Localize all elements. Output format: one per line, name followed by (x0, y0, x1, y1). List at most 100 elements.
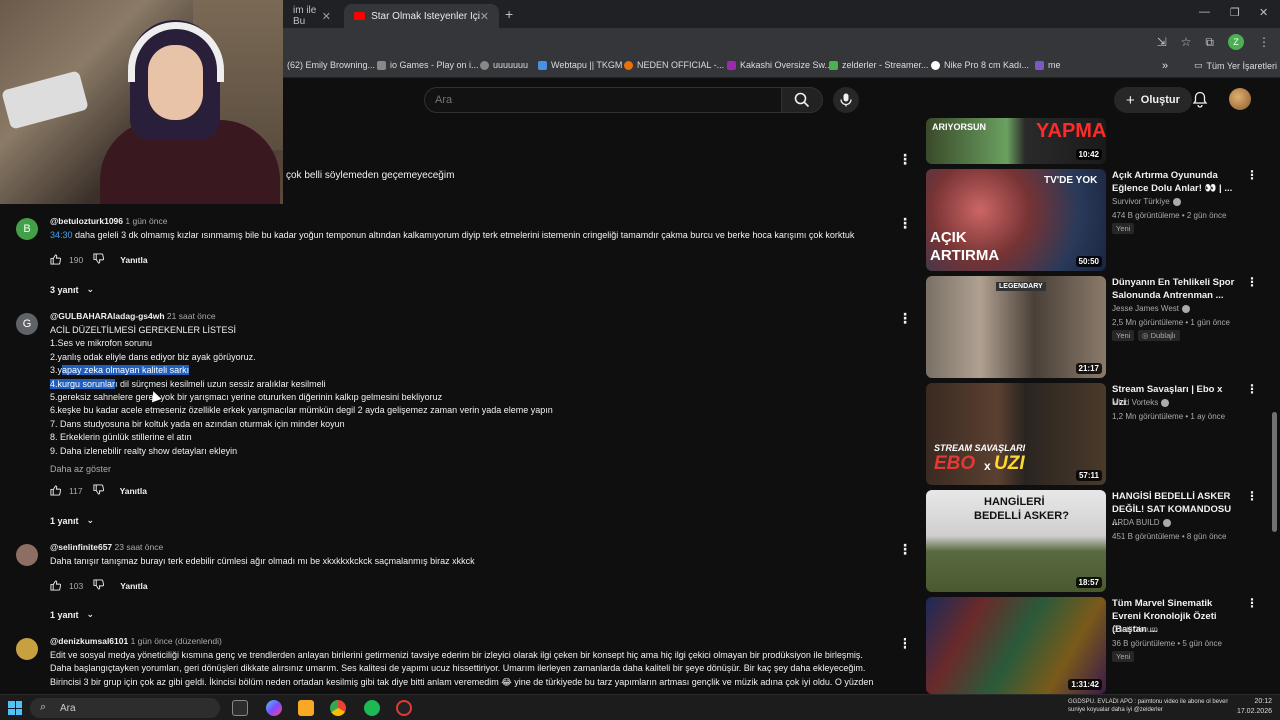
bookmark-item[interactable]: uuuuuuu (480, 60, 528, 70)
comment-author[interactable]: @selinfinite657 (50, 542, 112, 552)
like-button[interactable]: 117 (50, 485, 83, 496)
page-scrollbar[interactable] (1272, 412, 1277, 532)
show-less-button[interactable]: Daha az göster (50, 464, 111, 474)
copilot-icon[interactable] (266, 700, 282, 716)
reply-button[interactable]: Yanıtla (120, 486, 147, 496)
channel-name[interactable]: Özetli-Yorum (1112, 625, 1158, 634)
more-actions-icon[interactable]: ⋮ (1246, 597, 1258, 609)
dislike-button[interactable] (93, 253, 105, 266)
close-icon[interactable]: ✕ (322, 10, 331, 23)
more-actions-icon[interactable]: ⋮ (1246, 276, 1258, 288)
video-title[interactable]: Dünyanın En Tehlikeli Spor Salonunda Ant… (1112, 276, 1237, 302)
video-thumbnail[interactable]: LEGENDARY 21:17 (926, 276, 1106, 378)
close-icon[interactable]: ✕ (480, 10, 489, 23)
minimize-button[interactable]: — (1199, 6, 1210, 18)
search-button[interactable] (781, 87, 823, 113)
avatar[interactable] (16, 638, 38, 660)
more-actions-icon[interactable]: ⋮ (898, 638, 906, 650)
video-title[interactable]: Açık Artırma Oyununda Eğlence Dolu Anlar… (1112, 169, 1237, 195)
video-thumbnail[interactable]: 1:31:42 (926, 597, 1106, 694)
bookmark-item[interactable]: io Games - Play on i... (377, 60, 479, 70)
verified-icon (1172, 197, 1181, 206)
more-bookmarks-icon[interactable]: » (1162, 60, 1168, 72)
channel-name[interactable]: Mind Vorteks (1112, 398, 1170, 407)
bookmark-item[interactable]: zelderler - Streamer... (829, 60, 929, 70)
notifications-button[interactable] (1192, 91, 1208, 111)
comment-author[interactable]: @betulozturk1096 (50, 216, 123, 226)
obs-icon[interactable] (396, 700, 412, 716)
extensions-icon[interactable]: ⧉ (1205, 35, 1214, 50)
video-thumbnail[interactable]: HANGİLERİ BEDELLİ ASKER? 18:57 (926, 490, 1106, 592)
search-box[interactable] (424, 87, 782, 113)
channel-name[interactable]: Jesse James West (1112, 304, 1190, 313)
profile-avatar[interactable]: Z (1228, 34, 1244, 50)
more-actions-icon[interactable]: ⋮ (898, 311, 912, 325)
dislike-button[interactable] (93, 579, 105, 592)
clock[interactable]: 20:12 17.02.2026 (1237, 697, 1272, 717)
replies-toggle[interactable]: 3 yanıt ⌄ (50, 284, 94, 295)
tab-active[interactable]: Star Olmak İsteyenler İçin İlk Gi ✕ (344, 4, 499, 28)
reply-button[interactable]: Yanıtla (120, 255, 147, 265)
avatar[interactable]: G (16, 313, 38, 335)
file-explorer-icon[interactable] (298, 700, 314, 716)
bookmark-item[interactable]: Webtapu || TKGM (538, 60, 622, 70)
search-input[interactable] (425, 88, 781, 112)
timestamp-link[interactable]: 34:30 (50, 230, 73, 240)
clock-date: 17.02.2026 (1236, 708, 1272, 715)
comment-time[interactable]: 23 saat önce (115, 542, 164, 552)
menu-icon[interactable]: ⋮ (1258, 35, 1270, 49)
avatar[interactable] (16, 544, 38, 566)
taskbar-search[interactable]: ⌕ Ara (30, 698, 220, 718)
video-thumbnail[interactable]: ARIYORSUN YAPMA 10:42 (926, 118, 1106, 164)
bookmark-item[interactable]: (62) Emily Browning... (287, 60, 375, 70)
bookmark-item[interactable]: Kakashi Oversize Sw... (727, 60, 832, 70)
more-actions-icon[interactable]: ⋮ (898, 216, 912, 230)
recommended-video[interactable]: ARIYORSUN YAPMA 10:42 (926, 118, 1266, 166)
bookmark-star-icon[interactable]: ☆ (1181, 35, 1192, 49)
create-button[interactable]: + Oluştur (1114, 87, 1192, 113)
avatar[interactable]: B (16, 218, 38, 240)
tab-previous[interactable]: im ile Bu ✕ (283, 4, 341, 28)
all-bookmarks[interactable]: ▭ Tüm Yer İşaretleri (1194, 60, 1277, 71)
more-actions-icon[interactable]: ⋮ (898, 152, 912, 166)
bookmark-item[interactable]: NEDEN OFFICIAL -... (624, 60, 724, 70)
recommended-video[interactable]: AÇIK ARTIRMA TV'DE YOK 50:50 Açık Artırma… (926, 169, 1266, 273)
bookmark-item[interactable]: me (1035, 60, 1061, 70)
task-view-icon[interactable] (232, 700, 248, 716)
recommended-video[interactable]: HANGİLERİ BEDELLİ ASKER? 18:57 HANGİSİ B… (926, 490, 1266, 594)
replies-toggle[interactable]: 1 yanıt ⌄ (50, 609, 94, 620)
dislike-button[interactable] (93, 484, 104, 497)
account-avatar[interactable] (1229, 88, 1251, 110)
more-actions-icon[interactable]: ⋮ (1246, 169, 1258, 181)
comment-time[interactable]: 21 saat önce (167, 311, 216, 321)
more-actions-icon[interactable]: ⋮ (898, 542, 912, 556)
like-button[interactable]: 103 (50, 580, 83, 591)
more-actions-icon[interactable]: ⋮ (1246, 383, 1258, 395)
comment-fragment: çok belli söylemeden geçemeyeceğim (286, 170, 455, 181)
close-window-button[interactable]: ✕ (1259, 6, 1268, 19)
voice-search-button[interactable] (833, 87, 859, 113)
chrome-icon[interactable] (330, 700, 346, 716)
comment-author[interactable]: @GULBAHARAladag-gs4wh (50, 311, 165, 321)
comment-time[interactable]: 1 gün önce (düzenlendi) (131, 638, 222, 646)
spotify-icon[interactable] (364, 700, 380, 716)
restore-button[interactable]: ❐ (1230, 6, 1240, 19)
recommended-video[interactable]: LEGENDARY 21:17 Dünyanın En Tehlikeli Sp… (926, 276, 1266, 380)
like-button[interactable]: 190 (50, 254, 83, 265)
video-thumbnail[interactable]: STREAM SAVAŞLARI EBO x UZI 57:11 (926, 383, 1106, 485)
reply-button[interactable]: Yanıtla (120, 581, 147, 591)
windows-start-icon[interactable] (8, 701, 22, 715)
bookmark-item[interactable]: Nike Pro 8 cm Kadı... (931, 60, 1029, 70)
new-tab-button[interactable]: + (505, 6, 513, 22)
video-thumbnail[interactable]: AÇIK ARTIRMA TV'DE YOK 50:50 (926, 169, 1106, 271)
replies-toggle[interactable]: 1 yanıt ⌄ (50, 515, 94, 526)
more-actions-icon[interactable]: ⋮ (1246, 490, 1258, 502)
install-icon[interactable]: ⇲ (1157, 35, 1167, 49)
bell-icon (1192, 91, 1208, 108)
comment-author[interactable]: @denizkumsal6101 (50, 638, 128, 646)
channel-name[interactable]: Survivor Türkiye (1112, 197, 1181, 206)
recommended-video[interactable]: STREAM SAVAŞLARI EBO x UZI 57:11 Stream … (926, 383, 1266, 487)
recommended-video[interactable]: 1:31:42 Tüm Marvel Sinematik Evreni Kron… (926, 597, 1266, 694)
channel-name[interactable]: ARDA BUILD (1112, 518, 1171, 527)
comment-time[interactable]: 1 gün önce (125, 216, 167, 226)
